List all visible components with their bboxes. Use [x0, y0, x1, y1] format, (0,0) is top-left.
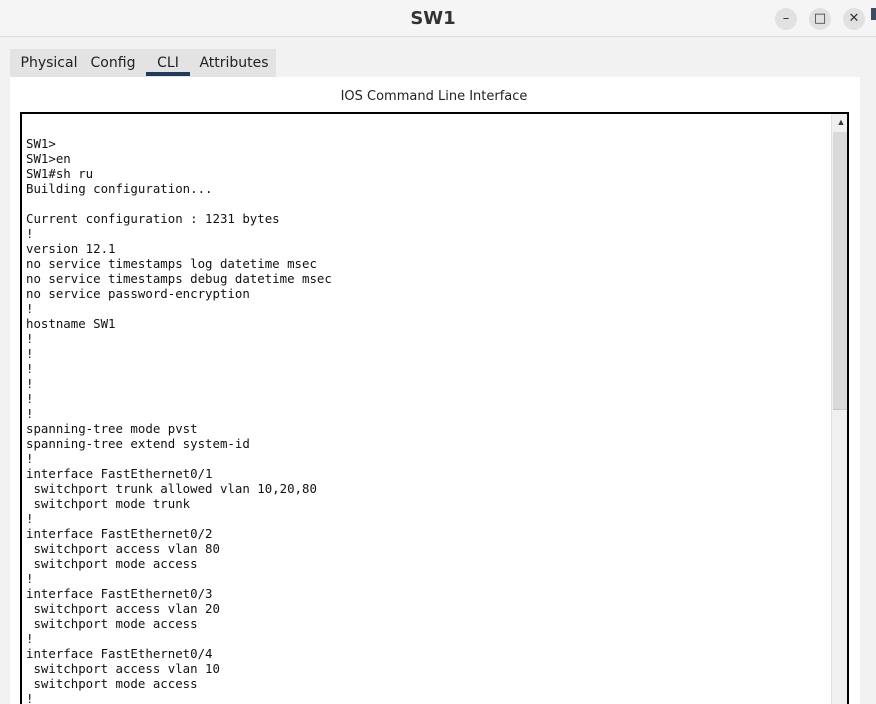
terminal-line: SW1#sh ru: [26, 166, 94, 181]
window-title: SW1: [410, 8, 456, 29]
tab-cli[interactable]: CLI: [146, 49, 190, 77]
tab-config[interactable]: Config: [88, 49, 138, 77]
scrollbar-thumb[interactable]: [833, 132, 847, 410]
window-titlebar[interactable]: SW1 – □ ✕: [0, 0, 876, 37]
vertical-scrollbar[interactable]: ▲: [831, 114, 847, 704]
terminal-line: hostname SW1: [26, 316, 116, 331]
terminal-line: !: [26, 406, 34, 421]
terminal-line: no service password-encryption: [26, 286, 250, 301]
terminal-line: switchport trunk allowed vlan 10,20,80: [26, 481, 317, 496]
terminal-line: switchport access vlan 20: [26, 601, 220, 616]
terminal-line: !: [26, 631, 34, 646]
minimize-button[interactable]: –: [775, 8, 797, 30]
terminal-line: !: [26, 301, 34, 316]
terminal-line: !: [26, 511, 34, 526]
terminal-line: !: [26, 331, 34, 346]
terminal-line: Building configuration...: [26, 181, 213, 196]
terminal-line: spanning-tree mode pvst: [26, 421, 198, 436]
terminal-line: interface FastEthernet0/4: [26, 646, 213, 661]
terminal-line: switchport access vlan 10: [26, 661, 220, 676]
cli-panel: IOS Command Line Interface SW1> SW1>en SW1…: [10, 77, 860, 704]
terminal-line: !: [26, 451, 34, 466]
terminal-line: interface FastEthernet0/2: [26, 526, 213, 541]
terminal-line: !: [26, 571, 34, 586]
terminal-line: !: [26, 361, 34, 376]
terminal-line: switchport mode access: [26, 676, 198, 691]
terminal-line: no service timestamps log datetime msec: [26, 256, 317, 271]
background-window-edge: [871, 8, 876, 20]
scroll-up-arrow-icon[interactable]: ▲: [832, 114, 847, 130]
terminal-line: interface FastEthernet0/3: [26, 586, 213, 601]
active-tab-indicator: [146, 72, 190, 76]
terminal-line: !: [26, 226, 34, 241]
terminal-line: !: [26, 376, 34, 391]
terminal-line: version 12.1: [26, 241, 116, 256]
terminal-line: switchport mode access: [26, 616, 198, 631]
terminal-line: !: [26, 391, 34, 406]
tab-bar: Physical Config CLI Attributes: [10, 49, 276, 77]
tab-cli-label: CLI: [157, 55, 179, 71]
tab-attributes[interactable]: Attributes: [196, 49, 272, 77]
maximize-button[interactable]: □: [809, 8, 831, 30]
terminal-line: switchport mode access: [26, 556, 198, 571]
tab-physical[interactable]: Physical: [14, 49, 84, 77]
terminal-line: switchport mode trunk: [26, 496, 191, 511]
terminal-line: SW1>en: [26, 151, 71, 166]
terminal-line: switchport access vlan 80: [26, 541, 220, 556]
terminal-line: !: [26, 691, 34, 704]
cli-terminal[interactable]: SW1> SW1>en SW1#sh ru Building configuratio…: [20, 112, 849, 704]
terminal-line: spanning-tree extend system-id: [26, 436, 250, 451]
terminal-line: interface FastEthernet0/1: [26, 466, 213, 481]
terminal-line: SW1>: [26, 136, 56, 151]
terminal-line: Current configuration : 1231 bytes: [26, 211, 280, 226]
panel-title: IOS Command Line Interface: [340, 89, 528, 104]
terminal-output[interactable]: SW1> SW1>en SW1#sh ru Building configuratio…: [26, 136, 826, 704]
terminal-line: no service timestamps debug datetime mse…: [26, 271, 332, 286]
terminal-line: !: [26, 346, 34, 361]
close-button[interactable]: ✕: [843, 8, 865, 30]
device-window: SW1 – □ ✕ Physical Config CLI Attributes…: [0, 0, 876, 704]
